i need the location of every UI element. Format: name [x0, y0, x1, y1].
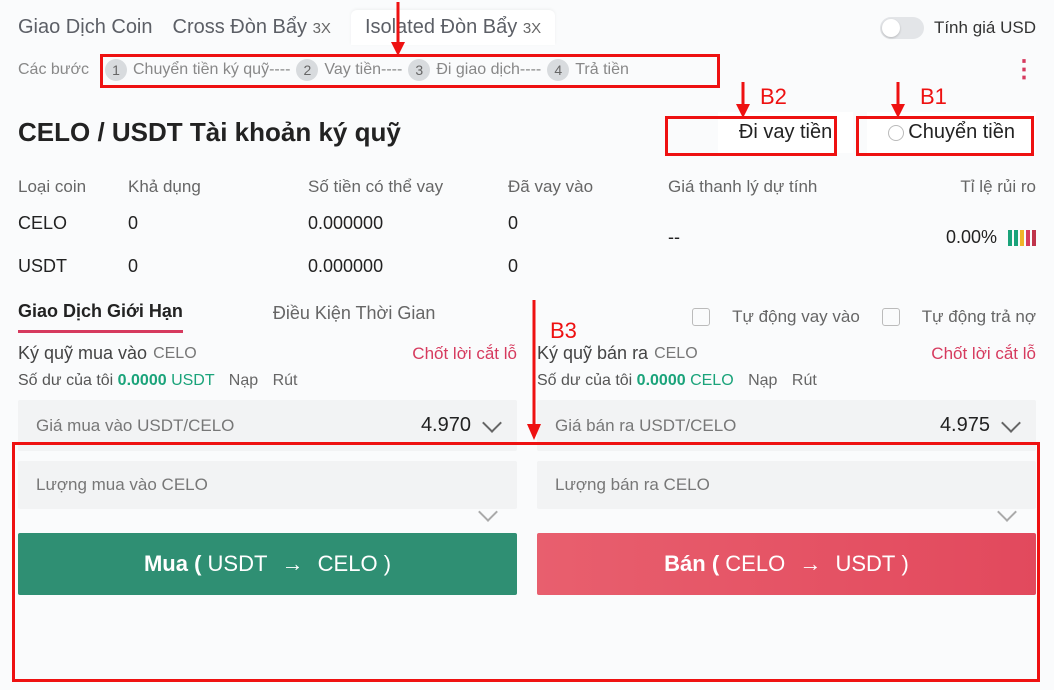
sell-button[interactable]: Bán ( CELO → USDT )	[537, 533, 1036, 595]
transfer-icon	[888, 125, 904, 141]
cell-liq: --	[668, 213, 838, 248]
buy-balance-value: 0.0000	[118, 372, 167, 389]
th-available: Khả dụng	[128, 177, 308, 197]
buy-balance-label: Số dư của tôi	[18, 372, 113, 389]
step-1-num: 1	[105, 59, 127, 81]
buy-coin: CELO	[153, 345, 197, 363]
auto-borrow-label: Tự động vay vào	[732, 307, 860, 327]
transfer-button[interactable]: Chuyển tiền	[867, 112, 1036, 153]
th-coin: Loại coin	[18, 177, 128, 197]
tab-cross-label: Cross Đòn Bẩy	[173, 16, 308, 38]
sell-withdraw-link[interactable]: Rút	[792, 372, 817, 389]
cell-available: 0	[128, 256, 308, 277]
buy-amount-field[interactable]: Lượng mua vào CELO	[18, 461, 517, 509]
cell-coin: USDT	[18, 256, 128, 277]
sell-btn-close: )	[901, 551, 908, 576]
sell-btn-from: CELO	[725, 551, 785, 576]
cell-borrowable: 0.000000	[308, 256, 508, 277]
account-title: CELO / USDT Tài khoản ký quỹ	[18, 117, 401, 148]
sell-price-value: 4.975	[940, 414, 990, 437]
sell-deposit-link[interactable]: Nạp	[748, 372, 777, 389]
buy-tpsl-link[interactable]: Chốt lời cắt lỗ	[412, 344, 517, 364]
sell-price-field[interactable]: Giá bán ra USDT/CELO 4.975	[537, 400, 1036, 451]
chevron-down-icon[interactable]	[482, 413, 502, 433]
buy-btn-from: USDT	[208, 551, 268, 576]
th-borrowable: Số tiền có thể vay	[308, 177, 508, 197]
borrow-button-label: Đi vay tiền	[739, 121, 832, 144]
tab-cross[interactable]: Cross Đòn Bẩy 3X	[173, 16, 331, 39]
th-liq: Giá thanh lý dự tính	[668, 177, 838, 197]
buy-panel: Ký quỹ mua vào CELO Chốt lời cắt lỗ Số d…	[18, 343, 517, 595]
table-row: USDT 0 0.000000 0	[18, 252, 1036, 281]
sell-balance-value: 0.0000	[637, 372, 686, 389]
cell-available: 0	[128, 213, 308, 234]
tab-isolated-label: Isolated Đòn Bẩy	[365, 16, 517, 38]
cell-borrowed: 0	[508, 256, 668, 277]
step-4-label: Trả tiền	[575, 61, 629, 79]
tab-isolated-lev: 3X	[523, 20, 541, 37]
tab-isolated[interactable]: Isolated Đòn Bẩy 3X	[351, 10, 555, 45]
sell-amount-field[interactable]: Lượng bán ra CELO	[537, 461, 1036, 509]
sell-coin: CELO	[654, 345, 698, 363]
sell-balance-label: Số dư của tôi	[537, 372, 632, 389]
step-1-label: Chuyển tiền ký quỹ----	[133, 61, 290, 79]
buy-btn-to: CELO	[318, 551, 378, 576]
step-2-label: Vay tiền----	[324, 61, 402, 79]
cell-risk: 0.00%	[838, 213, 1036, 248]
buy-withdraw-link[interactable]: Rút	[273, 372, 298, 389]
arrow-right-icon: →	[282, 551, 304, 577]
step-3-label: Đi giao dịch----	[436, 61, 541, 79]
step-3-num: 3	[408, 59, 430, 81]
chevron-down-icon[interactable]	[1001, 413, 1021, 433]
buy-btn-close: )	[384, 551, 391, 576]
buy-amount-label: Lượng mua vào CELO	[36, 475, 208, 495]
buy-balance-coin: USDT	[171, 372, 214, 389]
risk-bars-icon	[1008, 230, 1036, 246]
sell-tpsl-link[interactable]: Chốt lời cắt lỗ	[931, 344, 1036, 364]
arrow-right-icon: →	[799, 551, 821, 577]
order-tab-limit[interactable]: Giao Dịch Giới Hạn	[18, 301, 183, 333]
sell-price-label: Giá bán ra USDT/CELO	[555, 416, 736, 436]
tab-coin[interactable]: Giao Dịch Coin	[18, 16, 153, 39]
cell-borrowable: 0.000000	[308, 213, 508, 234]
th-risk: Tỉ lệ rủi ro	[838, 177, 1036, 197]
sell-btn-to: USDT	[835, 551, 895, 576]
sell-btn-main: Bán (	[664, 551, 719, 576]
buy-price-field[interactable]: Giá mua vào USDT/CELO 4.970	[18, 400, 517, 451]
buy-button[interactable]: Mua ( USDT → CELO )	[18, 533, 517, 595]
auto-borrow-checkbox[interactable]	[692, 308, 710, 326]
sell-title: Ký quỹ bán ra	[537, 343, 648, 364]
buy-title: Ký quỹ mua vào	[18, 343, 147, 364]
order-tab-time[interactable]: Điều Kiện Thời Gian	[273, 303, 436, 332]
steps-prefix: Các bước	[18, 61, 89, 79]
usd-price-toggle[interactable]	[880, 17, 924, 39]
step-2-num: 2	[296, 59, 318, 81]
risk-value: 0.00%	[946, 227, 997, 247]
th-borrowed: Đã vay vào	[508, 177, 668, 197]
sell-amount-label: Lượng bán ra CELO	[555, 475, 710, 495]
sell-panel: Ký quỹ bán ra CELO Chốt lời cắt lỗ Số dư…	[537, 343, 1036, 595]
cell-borrowed: 0	[508, 213, 668, 234]
sell-balance-coin: CELO	[690, 372, 734, 389]
buy-btn-main: Mua (	[144, 551, 201, 576]
chevron-down-icon[interactable]	[997, 502, 1017, 522]
step-4-num: 4	[547, 59, 569, 81]
transfer-button-label: Chuyển tiền	[908, 121, 1015, 144]
usd-price-label: Tính giá USD	[934, 18, 1036, 38]
auto-repay-checkbox[interactable]	[882, 308, 900, 326]
buy-price-value: 4.970	[421, 414, 471, 437]
buy-price-label: Giá mua vào USDT/CELO	[36, 416, 234, 436]
more-menu-icon[interactable]: ⋮	[1012, 55, 1036, 84]
auto-repay-label: Tự động trả nợ	[922, 307, 1036, 327]
cell-coin: CELO	[18, 213, 128, 234]
buy-deposit-link[interactable]: Nạp	[229, 372, 258, 389]
tab-cross-lev: 3X	[313, 20, 331, 37]
steps-box: 1 Chuyển tiền ký quỹ---- 2 Vay tiền---- …	[97, 57, 637, 83]
table-row: CELO 0 0.000000 0 -- 0.00%	[18, 209, 1036, 252]
chevron-down-icon[interactable]	[478, 502, 498, 522]
borrow-button[interactable]: Đi vay tiền	[718, 112, 853, 153]
